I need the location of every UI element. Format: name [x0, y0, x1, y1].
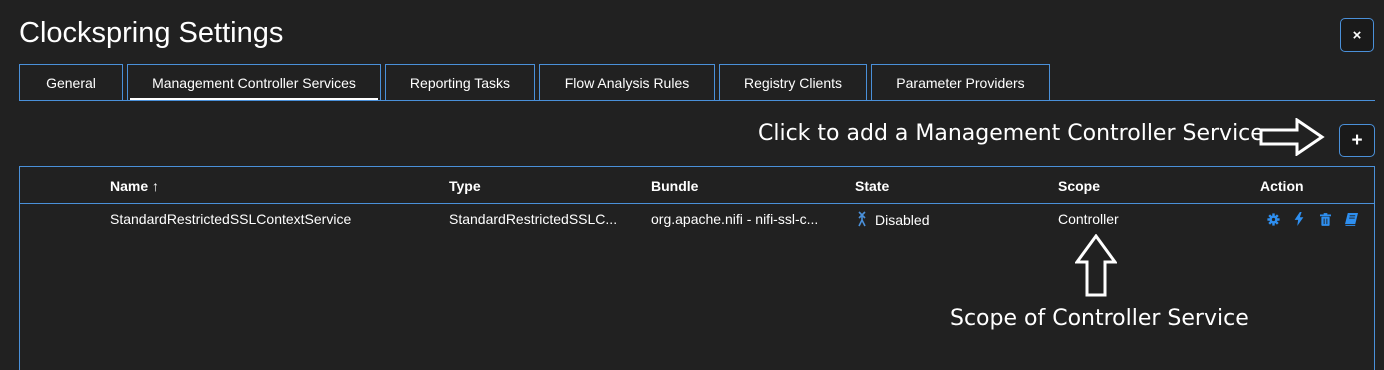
documentation-button[interactable]	[1338, 209, 1364, 229]
arrow-right-icon	[1259, 118, 1325, 156]
column-header-type[interactable]: Type	[449, 178, 481, 194]
tabs-divider	[19, 100, 1375, 101]
tab-reporting-tasks[interactable]: Reporting Tasks	[385, 64, 535, 101]
row-actions	[1260, 209, 1364, 229]
cell-name: StandardRestrictedSSLContextService	[110, 211, 352, 227]
cell-scope: Controller	[1058, 211, 1119, 227]
arrow-up-icon	[1075, 234, 1117, 297]
column-header-scope[interactable]: Scope	[1058, 178, 1100, 194]
disabled-icon	[858, 211, 866, 227]
state-label: Disabled	[875, 212, 930, 228]
plus-icon: +	[1351, 129, 1363, 151]
tab-flow-analysis-rules[interactable]: Flow Analysis Rules	[539, 64, 715, 101]
column-header-bundle[interactable]: Bundle	[651, 178, 698, 194]
configure-button[interactable]	[1260, 209, 1286, 229]
book-icon	[1344, 212, 1358, 226]
cell-type: StandardRestrictedSSLC...	[449, 211, 618, 227]
scope-caption: Scope of Controller Service	[950, 306, 1249, 331]
tab-registry-clients[interactable]: Registry Clients	[719, 64, 867, 101]
table-row[interactable]: StandardRestrictedSSLContextService Stan…	[20, 205, 1374, 233]
tab-management-controller-services[interactable]: Management Controller Services	[127, 64, 381, 101]
dialog-title: Clockspring Settings	[19, 17, 284, 49]
delete-button[interactable]	[1312, 209, 1338, 229]
gear-icon	[1266, 212, 1280, 226]
enable-button[interactable]	[1286, 209, 1312, 229]
column-header-action: Action	[1260, 178, 1304, 194]
column-header-name[interactable]: Name ↑	[110, 178, 159, 194]
add-service-button[interactable]: +	[1339, 124, 1375, 157]
services-table: Name ↑ Type Bundle State Scope Action St…	[19, 166, 1375, 370]
close-button[interactable]: ×	[1340, 18, 1374, 52]
tab-general[interactable]: General	[19, 64, 123, 101]
cell-state: Disabled	[855, 211, 929, 228]
add-service-hint: Click to add a Management Controller Ser…	[758, 121, 1264, 146]
table-header: Name ↑ Type Bundle State Scope Action	[20, 167, 1374, 204]
bolt-icon	[1294, 212, 1304, 226]
tab-parameter-providers[interactable]: Parameter Providers	[871, 64, 1050, 101]
cell-bundle: org.apache.nifi - nifi-ssl-c...	[651, 211, 819, 227]
tab-bar: General Management Controller Services R…	[19, 64, 1054, 101]
column-header-state[interactable]: State	[855, 178, 889, 194]
trash-icon	[1319, 212, 1331, 226]
close-icon: ×	[1352, 26, 1362, 44]
